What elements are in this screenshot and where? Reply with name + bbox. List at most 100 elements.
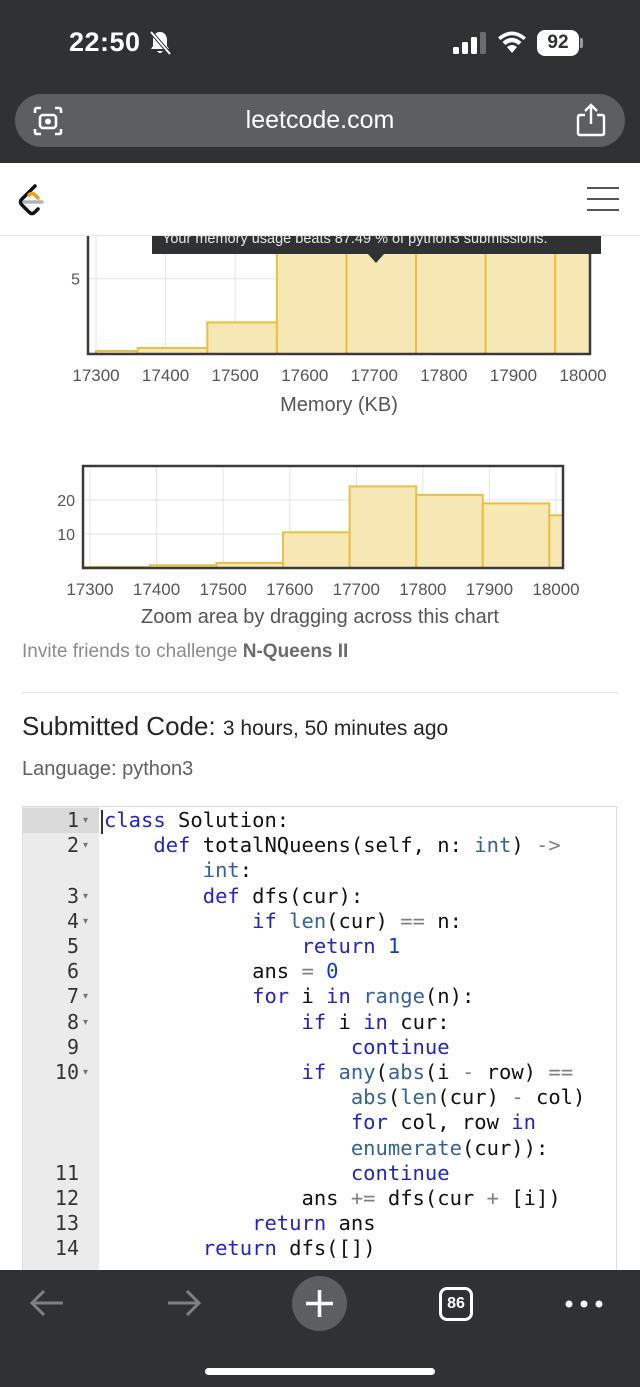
bell-slash-icon xyxy=(149,30,172,56)
histogram-bar xyxy=(548,514,564,569)
overview-histogram[interactable]: 17300 17400 17500 17600 17700 17800 17900 18000… xyxy=(0,455,640,605)
x-tick-label: 17900 xyxy=(466,580,513,599)
histogram-bar xyxy=(282,531,351,570)
status-time: 22:50 xyxy=(69,27,141,57)
x-tick-label: 17800 xyxy=(420,366,467,385)
memory-tooltip: Your memory usage beats 87.49 % of pytho… xyxy=(152,236,601,254)
x-tick-label: 17700 xyxy=(351,366,398,385)
home-indicator xyxy=(205,1368,435,1375)
x-tick-label: 17400 xyxy=(133,580,180,599)
code-line[interactable]: int: xyxy=(104,858,252,883)
text-cursor xyxy=(101,810,103,834)
fold-arrow-icon[interactable]: ▾ xyxy=(83,916,88,927)
invite-line[interactable]: Invite friends to challenge N-Queens II xyxy=(22,641,348,663)
code-line[interactable]: for i in range(n): xyxy=(104,984,474,1009)
fold-arrow-icon[interactable]: ▾ xyxy=(83,991,88,1002)
line-number: 11 xyxy=(54,1160,79,1185)
invite-problem[interactable]: N-Queens II xyxy=(243,641,349,662)
line-number: 5 xyxy=(66,934,79,958)
code-line[interactable]: return dfs([]) xyxy=(104,1236,376,1261)
fold-arrow-icon[interactable]: ▾ xyxy=(83,840,88,851)
x-tick-label: 17600 xyxy=(266,580,313,599)
line-number: 3 xyxy=(66,883,79,908)
code-line[interactable]: def totalNQueens(self, n: int) -> xyxy=(104,833,560,858)
x-tick-label: 18000 xyxy=(532,580,579,599)
x-tick-label: 17700 xyxy=(333,580,380,599)
x-tick-label: 17300 xyxy=(72,366,119,385)
line-number: 7 xyxy=(66,984,79,1009)
x-tick-label: 17500 xyxy=(200,580,247,599)
x-tick-label: 17500 xyxy=(212,366,259,385)
x-tick-label: 18000 xyxy=(559,366,606,385)
fold-arrow-icon[interactable]: ▾ xyxy=(83,815,88,826)
code-line[interactable]: return 1 xyxy=(104,934,400,959)
line-number: 8 xyxy=(66,1009,79,1034)
url-text[interactable]: leetcode.com xyxy=(15,94,625,147)
x-axis-title: Memory (KB) xyxy=(280,394,398,416)
submitted-time: 3 hours, 50 minutes ago xyxy=(222,717,449,740)
new-tab-button[interactable] xyxy=(292,1276,347,1331)
code-line[interactable]: class Solution: xyxy=(104,808,289,833)
histogram-bar xyxy=(348,485,418,569)
x-tick-label: 17300 xyxy=(66,580,113,599)
tabs-icon[interactable]: 86 xyxy=(439,1287,473,1321)
overview-chart[interactable]: 17300 17400 17500 17600 17700 17800 17900 18000… xyxy=(0,455,640,605)
y-tick-label: 20 xyxy=(57,493,75,510)
tooltip-text: Your memory usage beats 87.49 % of pytho… xyxy=(162,236,548,247)
lens-icon[interactable] xyxy=(32,105,64,137)
code-line[interactable]: if i in cur: xyxy=(104,1010,449,1035)
code-line[interactable]: continue xyxy=(104,1035,450,1060)
fold-arrow-icon[interactable]: ▾ xyxy=(83,1017,88,1028)
line-number: 12 xyxy=(54,1186,79,1210)
browser-toolbar: 86 xyxy=(0,1270,640,1387)
code-line[interactable]: abs(len(cur) - col) xyxy=(104,1085,586,1110)
code-line[interactable]: for col, row in xyxy=(104,1110,536,1135)
submitted-title: Submitted Code: xyxy=(22,711,216,741)
code-line[interactable]: def dfs(cur): xyxy=(104,884,363,909)
line-number: 13 xyxy=(54,1211,79,1236)
battery-indicator: 92 xyxy=(537,30,579,56)
histogram-bar xyxy=(206,321,278,355)
site-header xyxy=(0,163,640,236)
submitted-heading: Submitted Code: 3 hours, 50 minutes ago xyxy=(22,711,448,742)
zoom-hint: Zoom area by dragging across this chart xyxy=(141,606,499,628)
line-number: 9 xyxy=(66,1034,79,1059)
line-number: 2 xyxy=(66,833,79,858)
code-line[interactable]: if len(cur) == n: xyxy=(104,909,462,934)
x-tick-label: 17900 xyxy=(490,366,537,385)
battery-tip xyxy=(580,38,583,48)
code-line[interactable]: ans += dfs(cur + [i]) xyxy=(104,1186,560,1211)
share-icon[interactable] xyxy=(576,103,606,137)
browser-top-bar: 22:50 92 leetcode.com xyxy=(0,0,640,163)
back-icon[interactable] xyxy=(29,1288,65,1318)
code-line[interactable]: ans = 0 xyxy=(104,959,338,984)
line-number: 10 xyxy=(54,1060,79,1084)
code-editor[interactable]: 1 ▾ 2 ▾ 3 ▾ 4 ▾ 5 6 7 ▾ 8 ▾ 9 10 ▾ 11 12 13 14 class Solutio… xyxy=(22,806,617,1270)
line-number: 1 xyxy=(66,808,79,832)
forward-icon[interactable] xyxy=(166,1288,202,1318)
tooltip-arrow xyxy=(368,254,384,263)
fold-arrow-icon[interactable]: ▾ xyxy=(83,891,88,902)
signal-icon xyxy=(453,32,486,54)
plus-icon xyxy=(306,1290,333,1317)
memory-histogram[interactable]: 17300 17400 17500 17600 17700 17800 17900 18000… xyxy=(0,236,640,421)
line-number: 14 xyxy=(54,1236,79,1261)
more-icon[interactable] xyxy=(564,1292,604,1316)
line-number: 4 xyxy=(66,908,79,933)
language-label: Language: python3 xyxy=(22,758,194,780)
code-line[interactable]: return ans xyxy=(104,1211,375,1236)
code-line[interactable]: continue xyxy=(104,1161,450,1186)
code-line[interactable]: enumerate(cur)): xyxy=(104,1136,549,1161)
histogram-bar xyxy=(481,502,551,569)
x-tick-label: 17800 xyxy=(399,580,446,599)
menu-icon[interactable] xyxy=(586,185,620,213)
divider xyxy=(22,692,618,693)
code-line[interactable]: if any(abs(i - row) == xyxy=(104,1060,573,1085)
y-tick-label: 5 xyxy=(71,272,80,289)
x-tick-label: 17400 xyxy=(142,366,189,385)
fold-arrow-icon[interactable]: ▾ xyxy=(83,1067,88,1078)
line-number: 6 xyxy=(66,959,79,984)
leetcode-logo-icon[interactable] xyxy=(16,183,48,219)
memory-chart[interactable]: 17300 17400 17500 17600 17700 17800 17900 18000… xyxy=(0,236,640,421)
address-bar[interactable]: leetcode.com xyxy=(15,94,625,147)
